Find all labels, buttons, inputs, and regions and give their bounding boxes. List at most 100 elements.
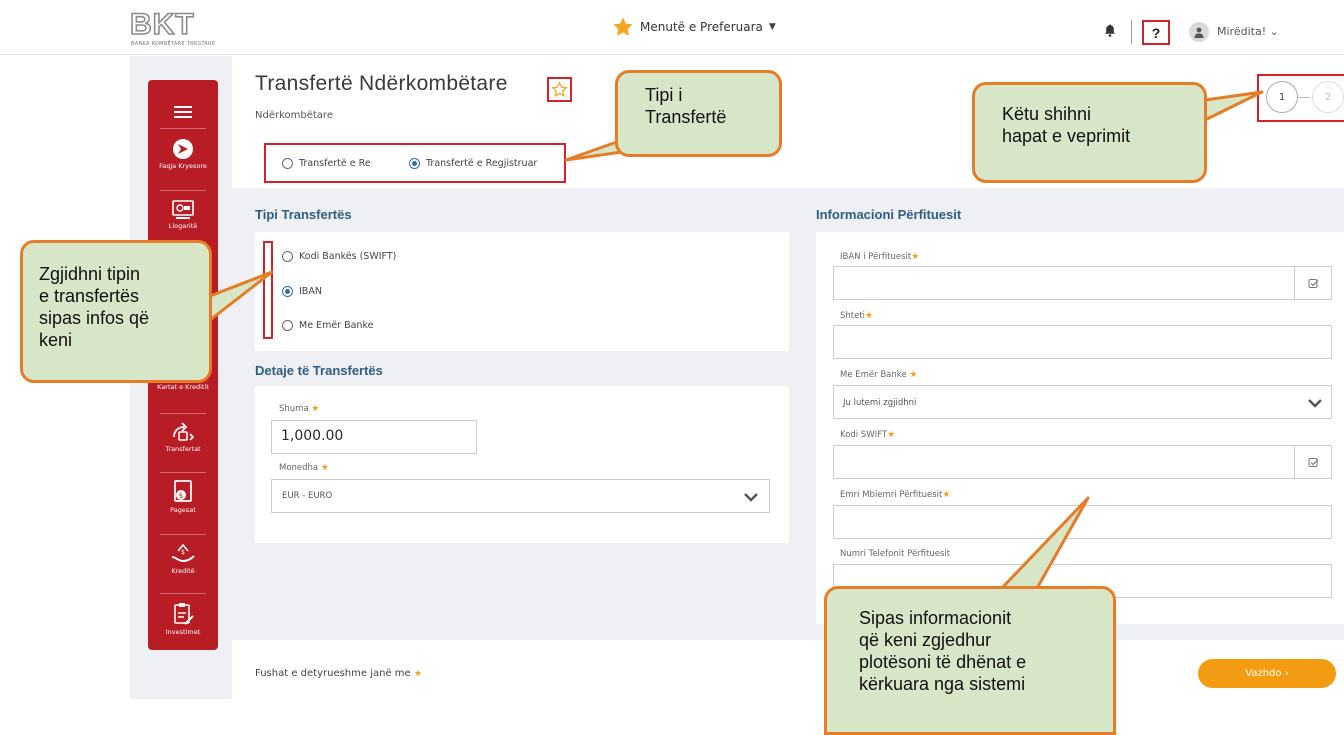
radio-label: Kodi Bankës (SWIFT) [299,251,397,262]
sidebar-divider [160,128,206,129]
sidebar-item-label: Faqja Kryesore [159,162,207,170]
radio-button[interactable] [409,158,420,169]
transfer-icon [173,422,195,441]
hamburger-icon [174,103,192,121]
radio-label: Transfertë e Regjistruar [426,158,538,169]
sidebar-item-loans[interactable]: $ Kreditë [148,543,218,575]
currency-label: Monedha ★ [279,463,329,473]
country-input[interactable] [833,325,1332,359]
invest-icon [174,603,194,625]
continue-button[interactable]: Vazhdo › [1198,659,1336,688]
radio-new-transfer[interactable]: Transfertë e Re [282,158,371,169]
user-icon [1194,27,1204,38]
step-1: 1 [1266,81,1298,113]
callout-line: keni [39,330,73,350]
radio-button[interactable] [282,286,293,297]
sidebar-item-label: Llogaritë [168,222,198,230]
iban-input[interactable] [833,266,1295,300]
beneficiary-name-input[interactable] [833,505,1332,539]
svg-text:$: $ [179,492,183,500]
sidebar-item-label: Kreditë [171,567,195,575]
beneficiary-phone-label: Numri Telefonit Përfituesit [840,549,951,559]
page-subtitle: Ndërkombëtare [255,110,333,121]
loan-icon: $ [171,543,195,563]
callout-steps: Këtu shihni hapat e veprimit [972,82,1207,183]
menu-toggle-button[interactable] [148,103,218,121]
callout-line: e transfertës [39,286,140,306]
favorites-menu[interactable]: Menutë e Preferuara ▼ [612,16,776,38]
required-star-icon: ★ [911,252,920,262]
transfer-type-card [255,232,789,351]
sidebar-item-accounts[interactable]: Llogaritë [148,200,218,230]
radio-button[interactable] [282,320,293,331]
radio-bank-name[interactable]: Me Emër Banke [282,320,373,331]
sidebar-item-label: Pagesat [170,506,196,514]
radio-button[interactable] [282,158,293,169]
swift-input[interactable] [833,445,1295,479]
transfer-details-title: Detaje të Transfertës [255,363,383,378]
required-fields-note: Fushat e detyrueshme janë me ★ [255,668,422,679]
radio-label: IBAN [299,286,322,297]
callout-line: sipas infos që [39,308,150,328]
bell-icon[interactable] [1104,24,1116,37]
sidebar-divider [160,413,206,414]
transfer-type-title: Tipi Transfertës [255,207,352,222]
beneficiary-name-label: Emri Mbiemri Përfituesit★ [840,490,951,500]
radio-registered-transfer[interactable]: Transfertë e Regjistruar [409,158,537,169]
user-greeting[interactable]: Mirëdita! ⌄ [1217,25,1279,38]
sidebar-item-investments[interactable]: Investimet [148,602,218,636]
callout-line: kërkuara nga sistemi [859,674,1026,694]
radio-button[interactable] [282,251,293,262]
add-favorite-button[interactable] [547,77,572,102]
bank-name-placeholder: Ju lutemi zgjidhni [843,398,917,408]
required-star-icon: ★ [311,404,320,414]
help-button[interactable]: ? [1142,20,1170,45]
iban-label: IBAN i Përfituesit★ [840,252,920,262]
chevron-down-icon [744,493,758,502]
logo-letters: BKT [129,7,195,42]
required-star-icon: ★ [413,669,422,679]
screen: BKT BANKA KOMBËTARE TREGTARE Menutë e Pr… [0,0,1344,735]
avatar[interactable] [1189,22,1209,42]
sidebar-divider [160,190,206,191]
required-star-icon: ★ [887,430,896,440]
step-2: 2 [1312,81,1344,113]
currency-value: EUR - EURO [282,491,333,501]
swift-label: Kodi SWIFT★ [840,430,896,440]
radio-swift[interactable]: Kodi Bankës (SWIFT) [282,251,396,262]
home-icon [173,139,193,159]
sidebar-item-payments[interactable]: $ Pagesat [148,480,218,514]
beneficiary-title: Informacioni Përfituesit [816,207,962,222]
header-divider [1131,20,1132,44]
amount-label: Shuma ★ [279,404,320,414]
callout-line: hapat e veprimit [1002,126,1131,146]
callout-line: që keni zgjedhur [859,630,992,650]
sidebar-item-home[interactable]: Faqja Kryesore [148,138,218,170]
callout-choose-type: Zgjidhni tipin e transfertës sipas infos… [20,240,212,383]
account-icon [172,200,194,219]
page-title: Transfertë Ndërkombëtare [255,72,508,95]
star-outline-icon [551,81,568,97]
transfer-type-highlight [263,241,273,339]
callout-line: plotësoni të dhënat e [859,652,1027,672]
favorites-menu-label: Menutë e Preferuara [640,20,763,34]
chevron-down-icon [1308,399,1322,408]
callout-line: Transfertë [645,107,727,127]
sidebar-item-transfers[interactable]: Transfertat [148,421,218,453]
bank-name-label: Me Emër Banke ★ [840,370,918,380]
swift-lookup-button[interactable] [1294,445,1332,479]
svg-text:$: $ [181,549,185,556]
sidebar-divider [160,593,206,594]
sidebar-item-label: Kartat e Kreditit [157,383,209,391]
callout-fill-data: Sipas informacionit që keni zgjedhur plo… [824,586,1116,735]
currency-select[interactable] [271,479,770,513]
iban-lookup-button[interactable] [1294,266,1332,300]
bkt-logo[interactable]: BKT BANKA KOMBËTARE TREGTARE [129,7,225,48]
required-star-icon: ★ [865,311,874,321]
transfer-details-card [255,386,789,543]
required-star-icon: ★ [320,463,329,473]
callout-line: Këtu shihni [1002,104,1092,124]
country-label: Shteti★ [840,311,874,321]
radio-iban[interactable]: IBAN [282,286,322,297]
callout-line: Sipas informacionit [859,608,1012,628]
